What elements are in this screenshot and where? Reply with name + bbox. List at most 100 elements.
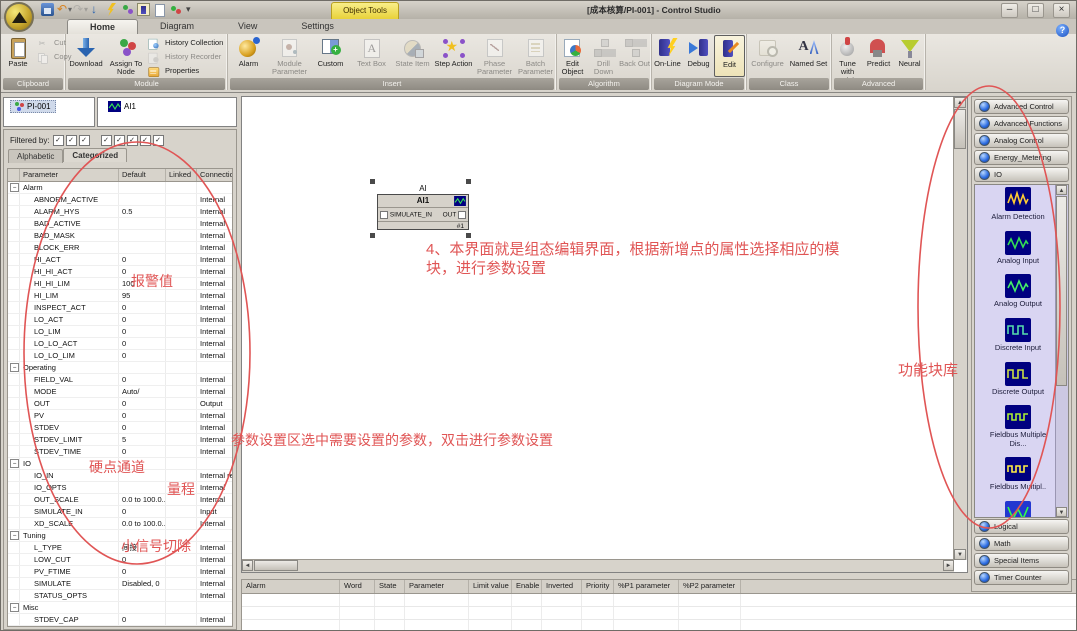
expand-icon[interactable] — [8, 206, 20, 217]
parameter-row[interactable]: Misc — [8, 602, 232, 614]
ribbon-tab[interactable]: Settings — [279, 19, 356, 34]
alarm-table-column[interactable]: %P2 parameter — [679, 580, 741, 593]
palette-category[interactable]: Advanced Control — [974, 99, 1069, 114]
alarm-table-column[interactable]: Alarm — [242, 580, 340, 593]
ribbon-button[interactable]: Step Action — [433, 35, 474, 78]
parameter-row[interactable]: HI_ACT 0 Internal — [8, 254, 232, 266]
filter-checkbox[interactable]: ✓ — [114, 135, 125, 146]
parameter-row[interactable]: BAD_MASK Internal — [8, 230, 232, 242]
expand-icon[interactable] — [8, 278, 20, 289]
parameter-row[interactable]: STDEV_LIMIT 5 Internal — [8, 434, 232, 446]
palette-item[interactable]: Analog Output — [994, 274, 1042, 309]
palette-item[interactable]: Analog Input — [997, 231, 1039, 266]
expand-icon[interactable] — [8, 554, 20, 565]
expand-icon[interactable] — [8, 434, 20, 445]
parameter-row[interactable]: HI_LIM 95 Internal — [8, 290, 232, 302]
minimize-button[interactable]: – — [1001, 3, 1018, 18]
palette-item[interactable]: Alarm Detection — [991, 187, 1044, 222]
parameter-tab[interactable]: Categorized — [63, 148, 127, 162]
parameter-row[interactable]: STDEV_TIME 0 Internal — [8, 446, 232, 458]
parameter-row[interactable]: STATUS_OPTS Internal — [8, 590, 232, 602]
parameter-row[interactable]: SIMULATE Disabled, 0 Internal — [8, 578, 232, 590]
parameter-row[interactable]: FIELD_VAL 0 Internal — [8, 374, 232, 386]
filter-checkbox[interactable]: ✓ — [153, 135, 164, 146]
alarm-table-row[interactable] — [242, 607, 1077, 620]
expand-icon[interactable] — [8, 194, 20, 205]
diagram-canvas[interactable]: AI AI1 SIMULATE_IN OUT #1 ▲ ▼ — [241, 96, 968, 573]
canvas-horizontal-scrollbar[interactable]: ◄ ► — [242, 559, 954, 572]
palette-category[interactable]: Logical — [974, 519, 1069, 534]
quick-access-icon[interactable] — [57, 3, 70, 16]
quick-access-icon[interactable] — [121, 3, 134, 16]
selection-handle[interactable] — [466, 233, 471, 238]
alarm-table-row[interactable] — [242, 594, 1077, 607]
palette-scrollbar[interactable]: ▲ ▼ — [1055, 185, 1068, 517]
palette-item[interactable] — [1005, 501, 1031, 518]
parameter-row[interactable]: PV 0 Internal — [8, 410, 232, 422]
ribbon-button[interactable]: Tune with Insight — [832, 35, 863, 78]
parameter-row[interactable]: SIMULATE_IN 0 Input — [8, 506, 232, 518]
expand-icon[interactable] — [8, 506, 20, 517]
expand-icon[interactable] — [8, 410, 20, 421]
ribbon-button[interactable]: Custom — [310, 35, 351, 78]
expand-icon[interactable] — [8, 326, 20, 337]
palette-category[interactable]: Advanced Functions — [974, 116, 1069, 131]
parameter-row[interactable]: ABNORM_ACTIVE Internal — [8, 194, 232, 206]
quick-access-icon[interactable] — [73, 3, 86, 16]
alarm-table-column[interactable]: %P1 parameter — [614, 580, 679, 593]
expand-icon[interactable] — [8, 458, 20, 469]
expand-icon[interactable] — [8, 422, 20, 433]
canvas-vertical-scrollbar[interactable]: ▲ ▼ — [953, 97, 967, 560]
selection-handle[interactable] — [466, 179, 471, 184]
ribbon-button[interactable]: Neural — [894, 35, 925, 78]
expand-icon[interactable] — [8, 566, 20, 577]
parameter-row[interactable]: MODE Auto/ Internal — [8, 386, 232, 398]
ribbon-button[interactable]: Drill Down — [588, 35, 619, 78]
parameter-row[interactable]: ALARM_HYS 0.5 Internal — [8, 206, 232, 218]
ribbon-button[interactable]: Paste — [1, 35, 35, 78]
expand-icon[interactable] — [8, 266, 20, 277]
expand-icon[interactable] — [8, 614, 20, 625]
palette-category[interactable]: Timer Counter — [974, 570, 1069, 585]
expand-icon[interactable] — [8, 386, 20, 397]
function-block-ai1[interactable]: AI AI1 SIMULATE_IN OUT #1 — [377, 194, 469, 230]
expand-icon[interactable] — [8, 542, 20, 553]
input-pin[interactable] — [380, 211, 388, 219]
parameter-row[interactable]: LO_ACT 0 Internal — [8, 314, 232, 326]
parameter-row[interactable]: BLOCK_ERR Internal — [8, 242, 232, 254]
parameter-row[interactable]: L_TYPE 间接 Internal — [8, 542, 232, 554]
parameter-row[interactable]: Operating — [8, 362, 232, 374]
output-pin[interactable] — [458, 211, 466, 219]
quick-access-icon[interactable] — [185, 3, 198, 16]
palette-item[interactable]: Discrete Output — [992, 362, 1044, 397]
ribbon-button[interactable]: Alarm — [228, 35, 269, 78]
ribbon-button[interactable]: Batch Parameter — [515, 35, 556, 78]
expand-icon[interactable] — [8, 626, 20, 627]
help-icon[interactable]: ? — [1056, 24, 1069, 37]
expand-icon[interactable] — [8, 314, 20, 325]
filter-checkbox[interactable]: ✓ — [66, 135, 77, 146]
ribbon-button[interactable]: Download — [66, 35, 106, 78]
alarm-table-column[interactable]: Parameter — [405, 580, 469, 593]
filter-checkbox[interactable]: ✓ — [79, 135, 90, 146]
expand-icon[interactable] — [8, 518, 20, 529]
expand-icon[interactable] — [8, 494, 20, 505]
parameter-row[interactable]: OUT_SCALE 0.0 to 100.0... Internal — [8, 494, 232, 506]
alarm-table-column[interactable]: Inverted — [542, 580, 582, 593]
expand-icon[interactable] — [8, 530, 20, 541]
ribbon-button[interactable]: Assign To Node — [106, 35, 146, 78]
parameter-row[interactable]: LO_LO_LIM 0 Internal — [8, 350, 232, 362]
parameter-row[interactable]: LO_LO_ACT 0 Internal — [8, 338, 232, 350]
expand-icon[interactable] — [8, 374, 20, 385]
ribbon-button[interactable]: Edit Object — [557, 35, 588, 78]
parameter-row[interactable]: STDEV_CAP 0 Internal — [8, 614, 232, 626]
ribbon-button[interactable]: Module Parameter — [269, 35, 310, 78]
ribbon-button[interactable]: Back Out — [619, 35, 650, 78]
filter-checkbox[interactable]: ✓ — [101, 135, 112, 146]
quick-access-icon[interactable] — [105, 3, 118, 16]
palette-item[interactable]: Fieldbus Multipl.. — [990, 457, 1046, 492]
ribbon-button[interactable]: On-Line — [652, 35, 683, 78]
quick-access-icon[interactable] — [153, 3, 166, 16]
ribbon-button[interactable]: Debug — [683, 35, 714, 78]
parameter-row[interactable]: LOW_CUT 0 Internal — [8, 554, 232, 566]
